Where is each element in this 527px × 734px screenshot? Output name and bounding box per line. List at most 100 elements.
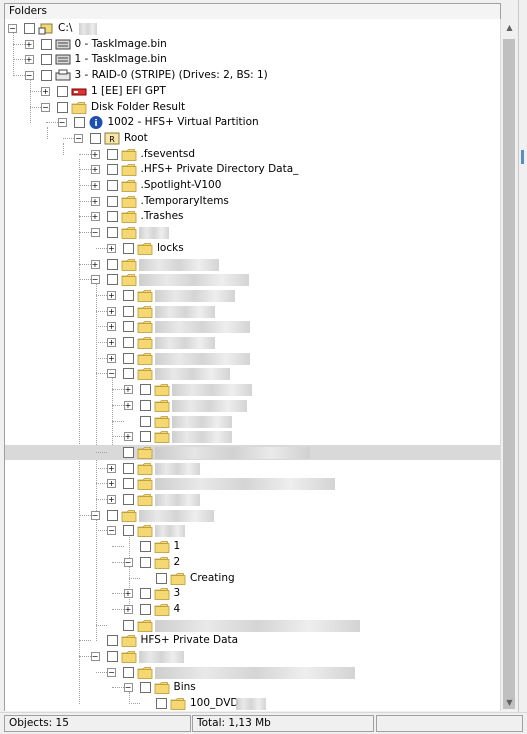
row-checkbox[interactable] <box>139 415 151 427</box>
tree-row[interactable]: + <box>5 398 500 413</box>
tree-row[interactable]: +4 <box>5 602 500 617</box>
expand-icon[interactable]: + <box>90 196 100 206</box>
row-checkbox[interactable] <box>139 399 151 411</box>
tree-row[interactable]: + .Trashes <box>5 209 500 224</box>
row-checkbox[interactable] <box>90 132 101 144</box>
expand-icon[interactable]: + <box>90 212 100 222</box>
tree-row[interactable]: − <box>5 523 500 538</box>
row-checkbox[interactable] <box>57 101 68 113</box>
expand-icon[interactable]: + <box>107 479 116 489</box>
row-checkbox[interactable] <box>106 211 118 223</box>
tree-row[interactable]: +3 <box>5 586 500 601</box>
tree-row[interactable]: + <box>5 304 500 319</box>
tree-row[interactable]: + <box>5 382 500 397</box>
row-checkbox[interactable] <box>106 651 118 662</box>
row-checkbox[interactable] <box>123 619 134 631</box>
tree-row[interactable]: HFS+ Private Data <box>5 633 500 648</box>
tree-row[interactable]: − <box>5 272 500 287</box>
tree-row[interactable]: − <box>5 649 500 664</box>
tree-row[interactable]: + <box>5 288 500 303</box>
tree-row[interactable] <box>5 444 500 460</box>
row-checkbox[interactable] <box>123 525 134 537</box>
row-checkbox[interactable] <box>123 242 134 254</box>
collapse-icon[interactable]: − <box>41 102 50 112</box>
tree-row[interactable]: + <box>5 335 500 350</box>
row-checkbox[interactable] <box>123 494 134 505</box>
expand-icon[interactable]: + <box>123 385 133 395</box>
collapse-icon[interactable]: − <box>107 526 116 536</box>
row-checkbox[interactable] <box>139 556 151 568</box>
scrollbar-thumb[interactable] <box>503 39 515 709</box>
collapse-icon[interactable]: − <box>90 510 100 520</box>
tree-row[interactable]: +1 [EE] EFI GPT <box>5 84 500 99</box>
expand-icon[interactable]: + <box>123 432 133 442</box>
tree-row[interactable]: + <box>5 461 500 476</box>
expand-icon[interactable]: + <box>24 39 34 49</box>
tree-row[interactable]: + .fseventsd <box>5 147 500 162</box>
tree-row[interactable]: + <box>5 257 500 272</box>
tree-row[interactable] <box>5 618 500 633</box>
row-checkbox[interactable] <box>24 23 35 34</box>
row-checkbox[interactable] <box>139 384 151 396</box>
expand-icon[interactable]: + <box>41 86 50 96</box>
tree-row[interactable]: + locks <box>5 241 500 256</box>
scroll-down-icon[interactable]: ▼ <box>501 694 518 711</box>
row-checkbox[interactable] <box>123 321 134 333</box>
tree-row[interactable]: − i 1002 - HFS+ Virtual Partition <box>5 115 500 130</box>
row-checkbox[interactable] <box>57 85 68 97</box>
row-checkbox[interactable] <box>156 572 167 584</box>
collapse-icon[interactable]: − <box>107 667 116 677</box>
expand-icon[interactable]: + <box>90 149 100 159</box>
tree-row[interactable]: − <box>5 508 500 523</box>
row-checkbox[interactable] <box>139 588 151 600</box>
expand-icon[interactable]: + <box>107 306 116 316</box>
scroll-up-icon[interactable]: ▲ <box>501 19 518 36</box>
expand-icon[interactable]: + <box>107 338 116 347</box>
tree-row[interactable]: + <box>5 492 500 507</box>
row-checkbox[interactable] <box>123 337 134 348</box>
tree-row[interactable]: + <box>5 319 500 334</box>
row-checkbox[interactable] <box>139 603 151 615</box>
tree-row[interactable]: + <box>5 476 500 491</box>
collapse-icon[interactable]: − <box>90 228 100 238</box>
tree-row[interactable]: − C:\ <box>5 21 500 36</box>
tree-row[interactable] <box>5 414 500 429</box>
expand-icon[interactable]: + <box>90 259 100 269</box>
tree-row[interactable]: + <box>5 351 500 366</box>
row-checkbox[interactable] <box>40 38 52 50</box>
row-checkbox[interactable] <box>106 164 118 176</box>
expand-icon[interactable]: + <box>90 181 100 190</box>
row-checkbox[interactable] <box>123 478 134 490</box>
row-checkbox[interactable] <box>106 227 118 239</box>
tree-row[interactable]: Creating <box>5 571 500 586</box>
tree-row[interactable]: − <box>5 366 500 381</box>
tree-row[interactable]: − <box>5 225 500 240</box>
collapse-icon[interactable]: − <box>107 369 116 379</box>
row-checkbox[interactable] <box>123 305 134 317</box>
expand-icon[interactable]: + <box>107 463 116 473</box>
collapse-icon[interactable]: − <box>74 133 83 143</box>
collapse-icon[interactable]: − <box>123 683 133 693</box>
expand-icon[interactable]: + <box>107 243 116 253</box>
tree-row[interactable]: − Bins <box>5 680 500 695</box>
collapse-icon[interactable]: − <box>8 24 17 33</box>
expand-icon[interactable]: + <box>24 55 34 65</box>
row-checkbox[interactable] <box>40 70 52 82</box>
row-checkbox[interactable] <box>123 289 134 301</box>
tree-row[interactable]: +0 - TaskImage.bin <box>5 37 500 52</box>
row-checkbox[interactable] <box>123 666 134 678</box>
tree-row[interactable]: + .TemporaryItems <box>5 194 500 209</box>
tree-row[interactable]: +1 - TaskImage.bin <box>5 52 500 67</box>
tree-row[interactable]: − 3 - RAID-0 (STRIPE) (Drives: 2, BS: 1) <box>5 68 500 83</box>
row-checkbox[interactable] <box>106 635 118 647</box>
row-checkbox[interactable] <box>123 368 134 380</box>
collapse-icon[interactable]: − <box>90 275 100 285</box>
tree-row[interactable]: + <box>5 429 500 444</box>
row-checkbox[interactable] <box>106 258 118 270</box>
row-checkbox[interactable] <box>139 682 151 694</box>
row-checkbox[interactable] <box>123 462 134 474</box>
collapse-icon[interactable]: − <box>123 557 133 567</box>
vertical-scrollbar[interactable]: ▲ ▼ <box>500 19 518 711</box>
expand-icon[interactable]: + <box>107 353 116 363</box>
tree-row[interactable]: − Disk Folder Result <box>5 100 500 115</box>
